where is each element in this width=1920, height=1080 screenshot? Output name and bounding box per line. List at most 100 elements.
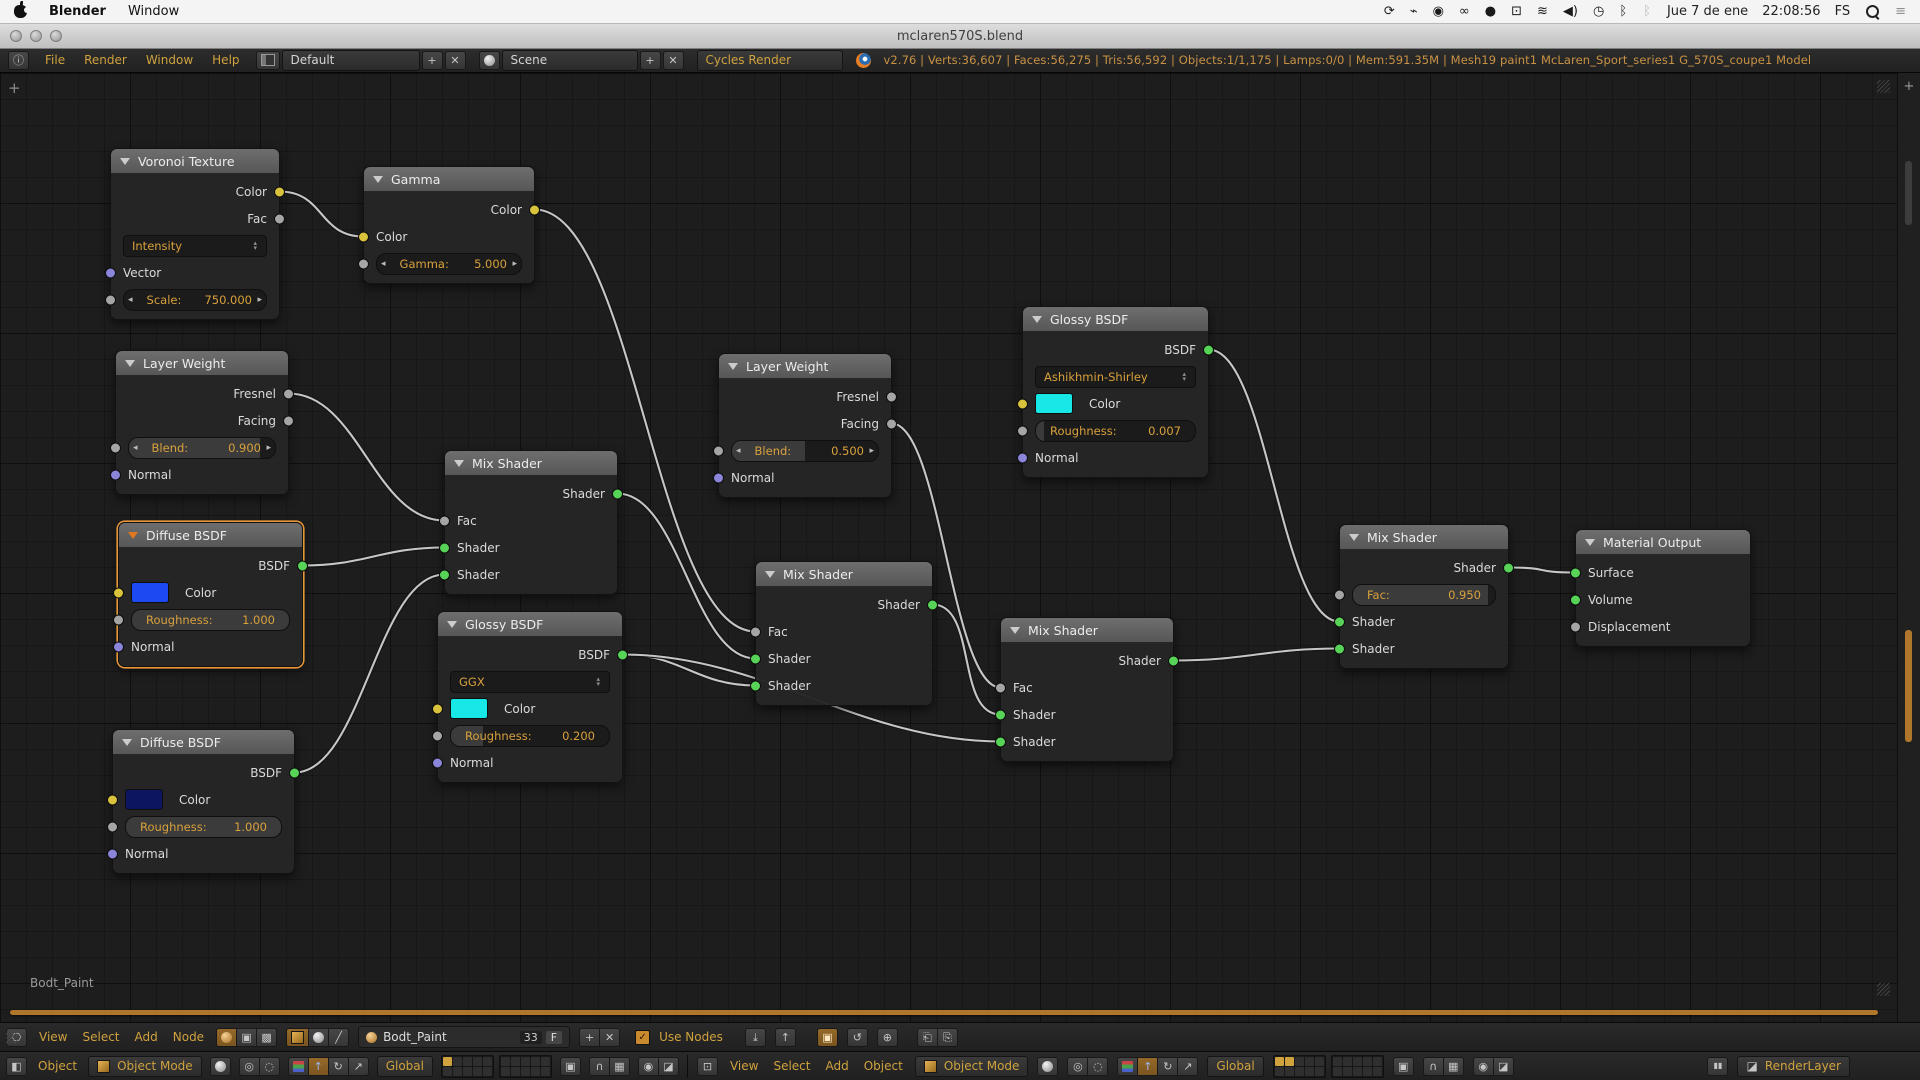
pin-button[interactable]: ⤓ [745,1028,766,1047]
layer-dot[interactable] [1295,1057,1304,1066]
vpr-manipulator-toggle[interactable] [1117,1057,1138,1076]
node-link[interactable] [933,605,1001,715]
add-layout-button[interactable]: + [422,51,443,70]
camera-status-icon[interactable]: ◉ [1433,5,1444,18]
vpr-menu-select[interactable]: Select [770,1059,813,1073]
node-diffuse1[interactable]: Diffuse BSDFBSDFColorRoughness:1.000Norm… [118,522,303,667]
vpl-opengl-animation-button[interactable]: ◪ [658,1057,679,1076]
node-link[interactable] [280,192,364,237]
vpr-translate-manipulator[interactable]: ↑ [1137,1057,1158,1076]
header-resize-grip[interactable] [6,1031,19,1044]
socket-color_in[interactable] [107,794,118,805]
collapse-triangle-icon[interactable] [1010,627,1020,634]
area-resize-grip-bottom[interactable] [1877,983,1890,996]
scene-selector[interactable]: Scene [502,50,638,71]
copy-nodes-button[interactable]: ⎗ [917,1028,938,1047]
collapse-triangle-icon[interactable] [122,739,132,746]
node-header[interactable]: Material Output [1576,530,1750,555]
socket-blend_in[interactable] [713,445,724,456]
layer-dot[interactable] [1343,1067,1352,1076]
collapse-triangle-icon[interactable] [128,532,138,539]
node-editor-canvas[interactable]: Voronoi TextureColorFacIntensity▴▾Vector… [0,73,1920,1022]
collapse-triangle-icon[interactable] [120,158,130,165]
collapse-triangle-icon[interactable] [1032,316,1042,323]
value-slider[interactable]: Fac:0.950 [1352,584,1496,606]
layer-dot[interactable] [463,1067,472,1076]
node-menu-view[interactable]: View [36,1030,70,1044]
vpr-orientation-selector[interactable]: Global [1207,1056,1263,1077]
color-swatch[interactable] [450,698,488,719]
render-layer-selector[interactable]: ◪ RenderLayer [1737,1056,1850,1077]
close-layout-button[interactable]: ✕ [445,51,466,70]
node-mix3[interactable]: Mix ShaderShaderFacShaderShader [1000,617,1174,762]
bluetooth-dim-icon[interactable]: ᛒ [1643,5,1651,18]
world-shader-toggle[interactable] [308,1028,329,1047]
area-resize-grip-top[interactable] [1877,80,1890,93]
render-engine-selector[interactable]: Cycles Render [697,50,843,71]
node-glossy1[interactable]: Glossy BSDFBSDFAshikhmin-Shirley▴▾ColorR… [1022,306,1209,478]
layer-dot[interactable] [1343,1057,1352,1066]
vpr-rotate-manipulator[interactable]: ↻ [1157,1057,1178,1076]
value-slider[interactable]: ◂Gamma:5.000▸ [376,253,522,275]
node-header[interactable]: Mix Shader [1340,525,1508,550]
slider-left-arrow-icon[interactable]: ◂ [381,259,386,269]
toolshelf-expand-icon[interactable]: + [8,81,21,96]
paste-nodes-button[interactable]: ⎘ [937,1028,958,1047]
time-machine-icon[interactable]: ◷ [1593,5,1604,18]
vpr-opengl-render-button[interactable]: ◉ [1473,1057,1494,1076]
socket-vector_in[interactable] [105,267,116,278]
menu-file[interactable]: File [42,53,68,67]
unlink-material-button[interactable]: ✕ [599,1028,620,1047]
auto-render-toggle[interactable]: ↺ [847,1028,868,1047]
vpl-manipulator-toggle[interactable] [288,1057,309,1076]
socket-normal_in[interactable] [432,757,443,768]
layer-dot[interactable] [511,1067,520,1076]
vpl-menu-object[interactable]: Object [35,1059,80,1073]
vpl-rotate-manipulator[interactable]: ↻ [328,1057,349,1076]
vpl-layers-widget[interactable] [441,1055,552,1078]
layer-dot[interactable] [511,1057,520,1066]
vpl-lock-toggle[interactable]: ▣ [560,1057,581,1076]
backdrop-toggle[interactable]: ▣ [817,1028,838,1047]
vpr-menu-view[interactable]: View [727,1059,761,1073]
socket-fac_in[interactable] [439,515,450,526]
layer-dot[interactable] [1315,1067,1324,1076]
socket-fac_in[interactable] [1334,589,1345,600]
add-scene-button[interactable]: + [640,51,661,70]
layer-dot[interactable] [1363,1067,1372,1076]
socket-facing_out[interactable] [886,418,897,429]
value-slider[interactable]: Roughness:0.200 [450,725,610,747]
notification-center-icon[interactable]: ≡ [1895,5,1906,18]
apple-logo-icon[interactable] [14,5,27,18]
node-link[interactable] [623,655,756,686]
socket-rough_in[interactable] [1017,425,1028,436]
vpl-mode-selector[interactable]: Object Mode [88,1056,202,1077]
shader-nodes-toggle[interactable] [216,1028,237,1047]
socket-color_in[interactable] [358,231,369,242]
editor-type-button-3dview-right[interactable]: ⊡ [697,1057,718,1076]
socket-color_in[interactable] [1017,398,1028,409]
socket-shader_out[interactable] [1503,562,1514,573]
socket-shader1_in[interactable] [995,709,1006,720]
socket-shader2_in[interactable] [439,569,450,580]
socket-rough_in[interactable] [107,821,118,832]
color-swatch[interactable] [1035,393,1073,414]
socket-shader2_in[interactable] [995,736,1006,747]
node-link[interactable] [303,548,445,566]
node-header[interactable]: Voronoi Texture [111,149,279,174]
menubar-date[interactable]: Jue 7 de ene [1667,4,1748,19]
vpr-snap-element-selector[interactable]: ▦ [1443,1057,1464,1076]
new-material-button[interactable]: + [579,1028,600,1047]
node-glossy2[interactable]: Glossy BSDFBSDFGGX▴▾ColorRoughness:0.200… [437,611,623,783]
slider-right-arrow-icon[interactable]: ▸ [257,295,262,305]
layer-dot[interactable] [521,1067,530,1076]
socket-normal_in[interactable] [713,472,724,483]
pause-button[interactable]: ▮▮ [1707,1057,1728,1076]
object-shader-toggle[interactable] [286,1028,309,1047]
socket-shader1_in[interactable] [750,653,761,664]
value-slider[interactable]: ◂Scale:750.000▸ [123,289,267,311]
enum-dropdown[interactable]: Ashikhmin-Shirley▴▾ [1035,366,1196,388]
node-mix1[interactable]: Mix ShaderShaderFacShaderShader [444,450,618,595]
node-link[interactable] [1509,568,1576,573]
node-link[interactable] [1209,350,1340,622]
